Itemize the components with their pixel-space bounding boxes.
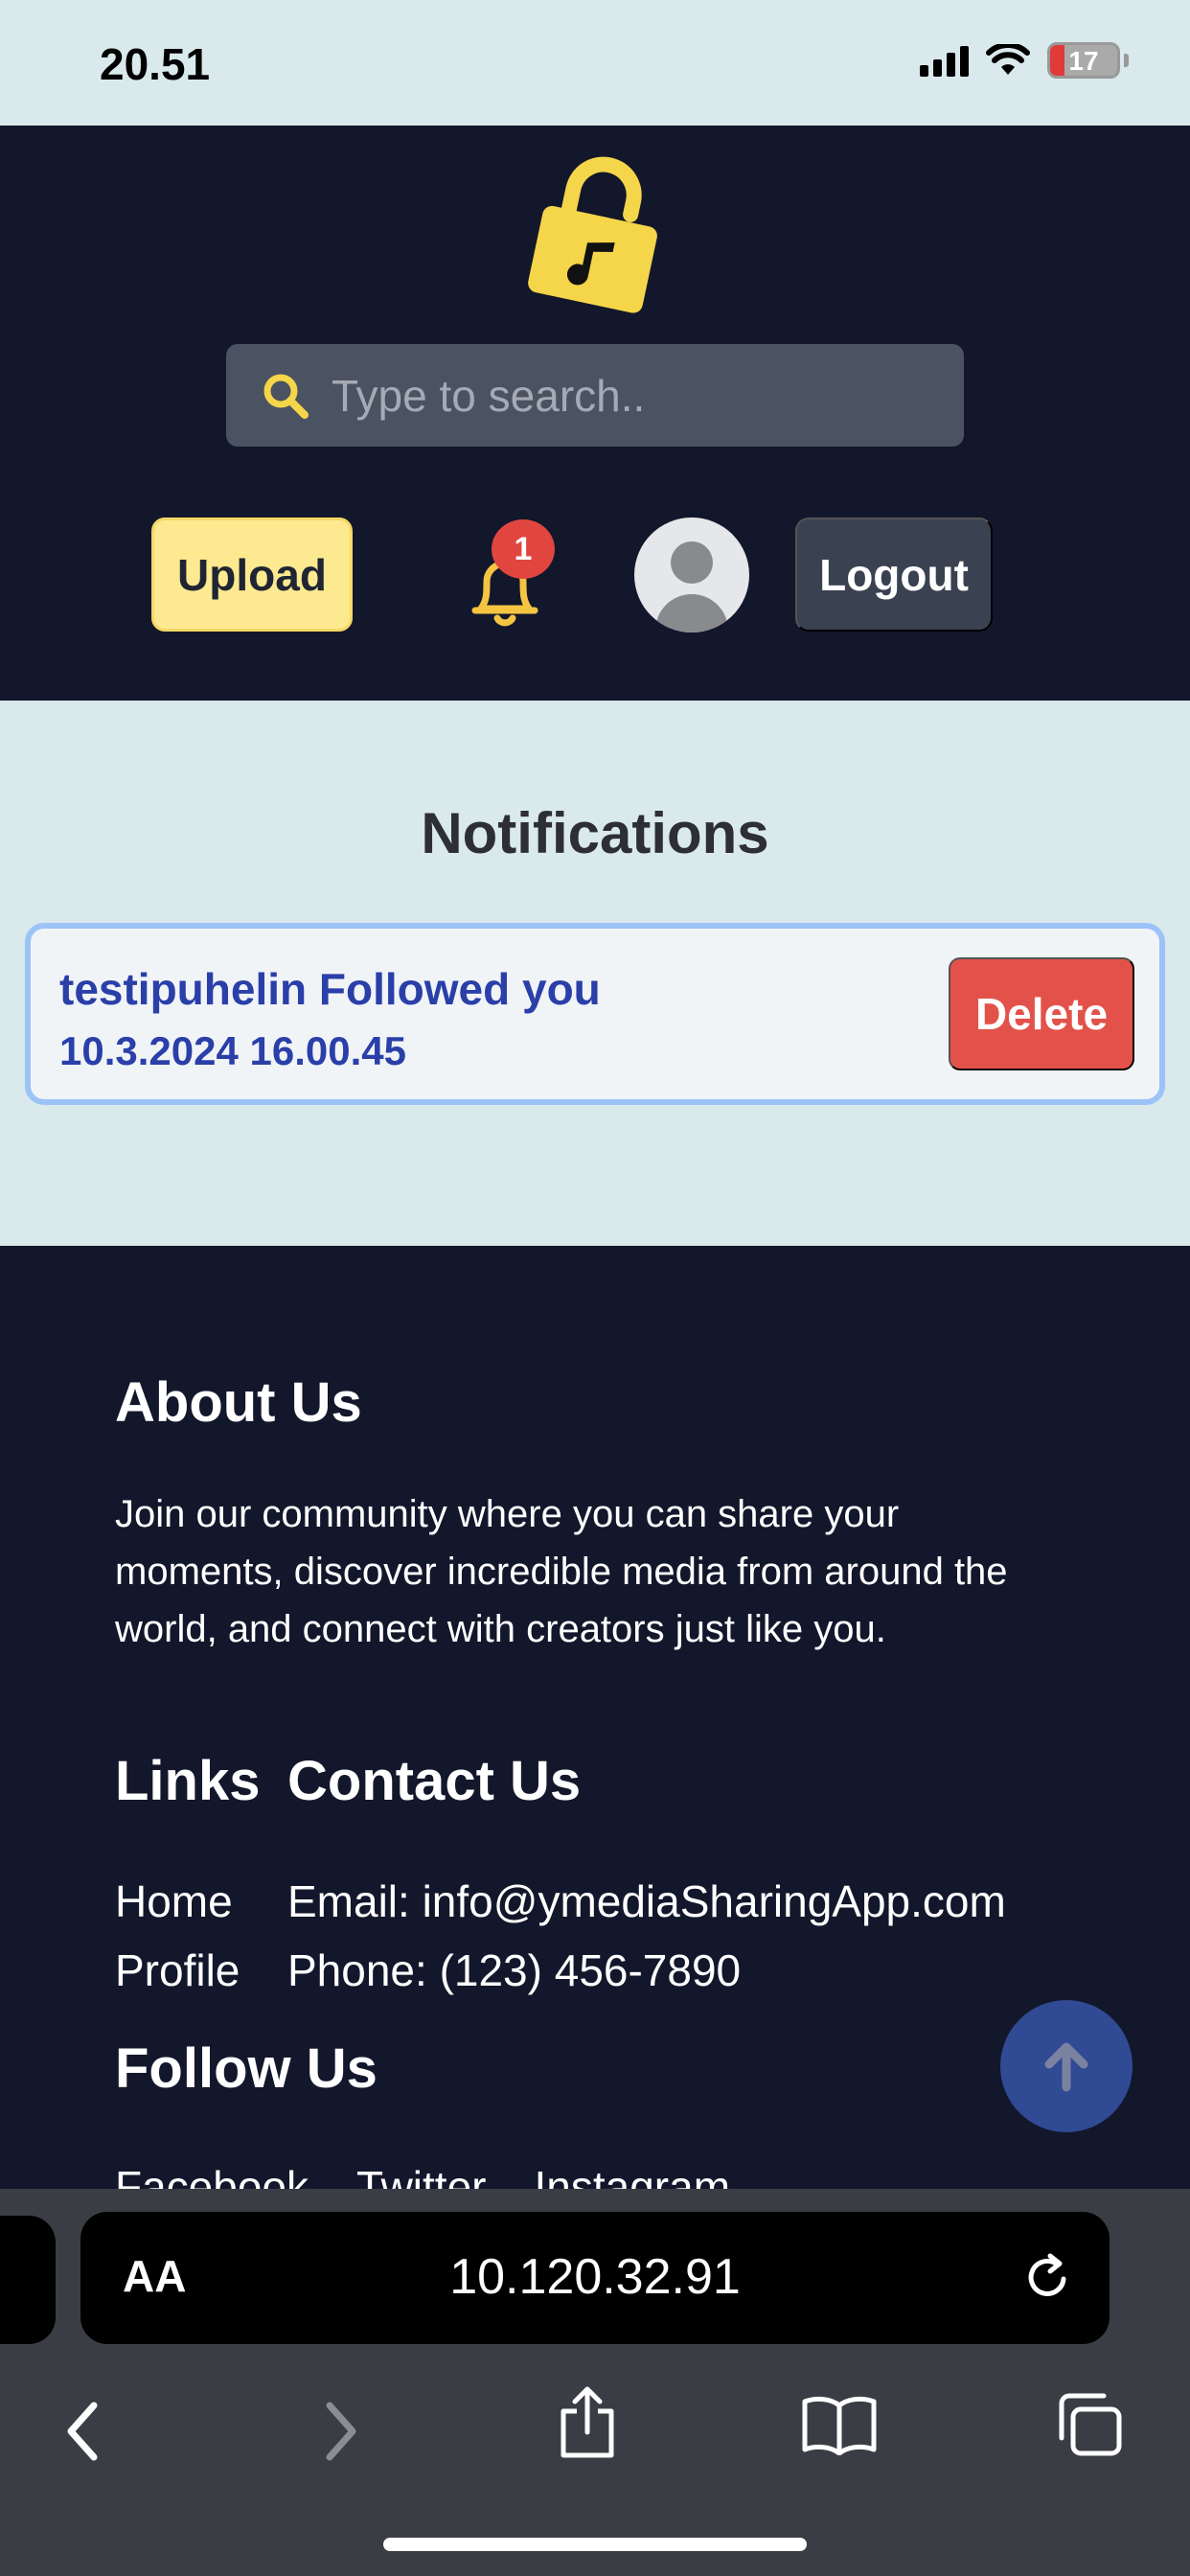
about-text: Join our community where you can share y… xyxy=(115,1493,1008,1650)
about-title: About Us xyxy=(115,1371,362,1434)
follow-title: Follow Us xyxy=(115,2037,378,2100)
browser-toolbar: AA 10.120.32.91 xyxy=(0,2189,1190,2576)
search-icon xyxy=(263,374,309,419)
status-bar: 20.51 17 xyxy=(0,0,1190,126)
arrow-up-icon xyxy=(1044,2042,1088,2092)
browser-nav-row xyxy=(0,2377,1190,2482)
url-bar[interactable]: AA 10.120.32.91 xyxy=(80,2212,1110,2344)
battery-icon: 17 xyxy=(1047,42,1120,79)
contact-email: Email: info@ymediaSharingApp.com xyxy=(287,1876,1006,1926)
avatar-icon xyxy=(655,541,728,632)
notification-date: 10.3.2024 16.00.45 xyxy=(59,1028,407,1073)
status-time: 20.51 xyxy=(100,39,211,89)
forward-icon[interactable] xyxy=(316,2400,364,2463)
notification-card: testipuhelin Followed you 10.3.2024 16.0… xyxy=(25,923,1165,1105)
url-text[interactable]: 10.120.32.91 xyxy=(80,2248,1110,2306)
back-icon[interactable] xyxy=(59,2400,107,2463)
contact-title: Contact Us xyxy=(287,1750,582,1812)
status-icons: 17 xyxy=(920,42,1129,79)
search-box[interactable] xyxy=(226,344,964,447)
app-header: Upload 1 Logout xyxy=(0,126,1190,701)
battery-level: 17 xyxy=(1068,46,1099,76)
links-title: Links xyxy=(115,1750,261,1812)
delete-button[interactable]: Delete xyxy=(949,957,1134,1070)
notification-text: testipuhelin Followed you xyxy=(59,964,601,1014)
share-icon[interactable] xyxy=(556,2384,619,2461)
tabs-icon[interactable] xyxy=(1054,2390,1125,2459)
previous-tab[interactable] xyxy=(0,2216,56,2344)
home-indicator xyxy=(383,2538,807,2551)
contact-phone: Phone: (123) 456-7890 xyxy=(287,1945,742,1995)
back-to-top-button[interactable] xyxy=(1000,2000,1133,2132)
page-title: Notifications xyxy=(421,801,769,865)
bookmarks-icon[interactable] xyxy=(801,2394,878,2455)
signal-icon xyxy=(920,44,969,77)
logout-button[interactable]: Logout xyxy=(795,518,993,632)
footer-link-home[interactable]: Home xyxy=(115,1875,233,1927)
search-input[interactable] xyxy=(332,369,945,422)
upload-button[interactable]: Upload xyxy=(151,518,353,632)
wifi-icon xyxy=(986,44,1030,75)
avatar[interactable] xyxy=(634,518,749,632)
reload-icon[interactable] xyxy=(1021,2250,1075,2304)
notification-badge: 1 xyxy=(492,519,555,579)
lock-music-logo[interactable] xyxy=(525,152,665,315)
footer-link-profile[interactable]: Profile xyxy=(115,1944,240,1996)
